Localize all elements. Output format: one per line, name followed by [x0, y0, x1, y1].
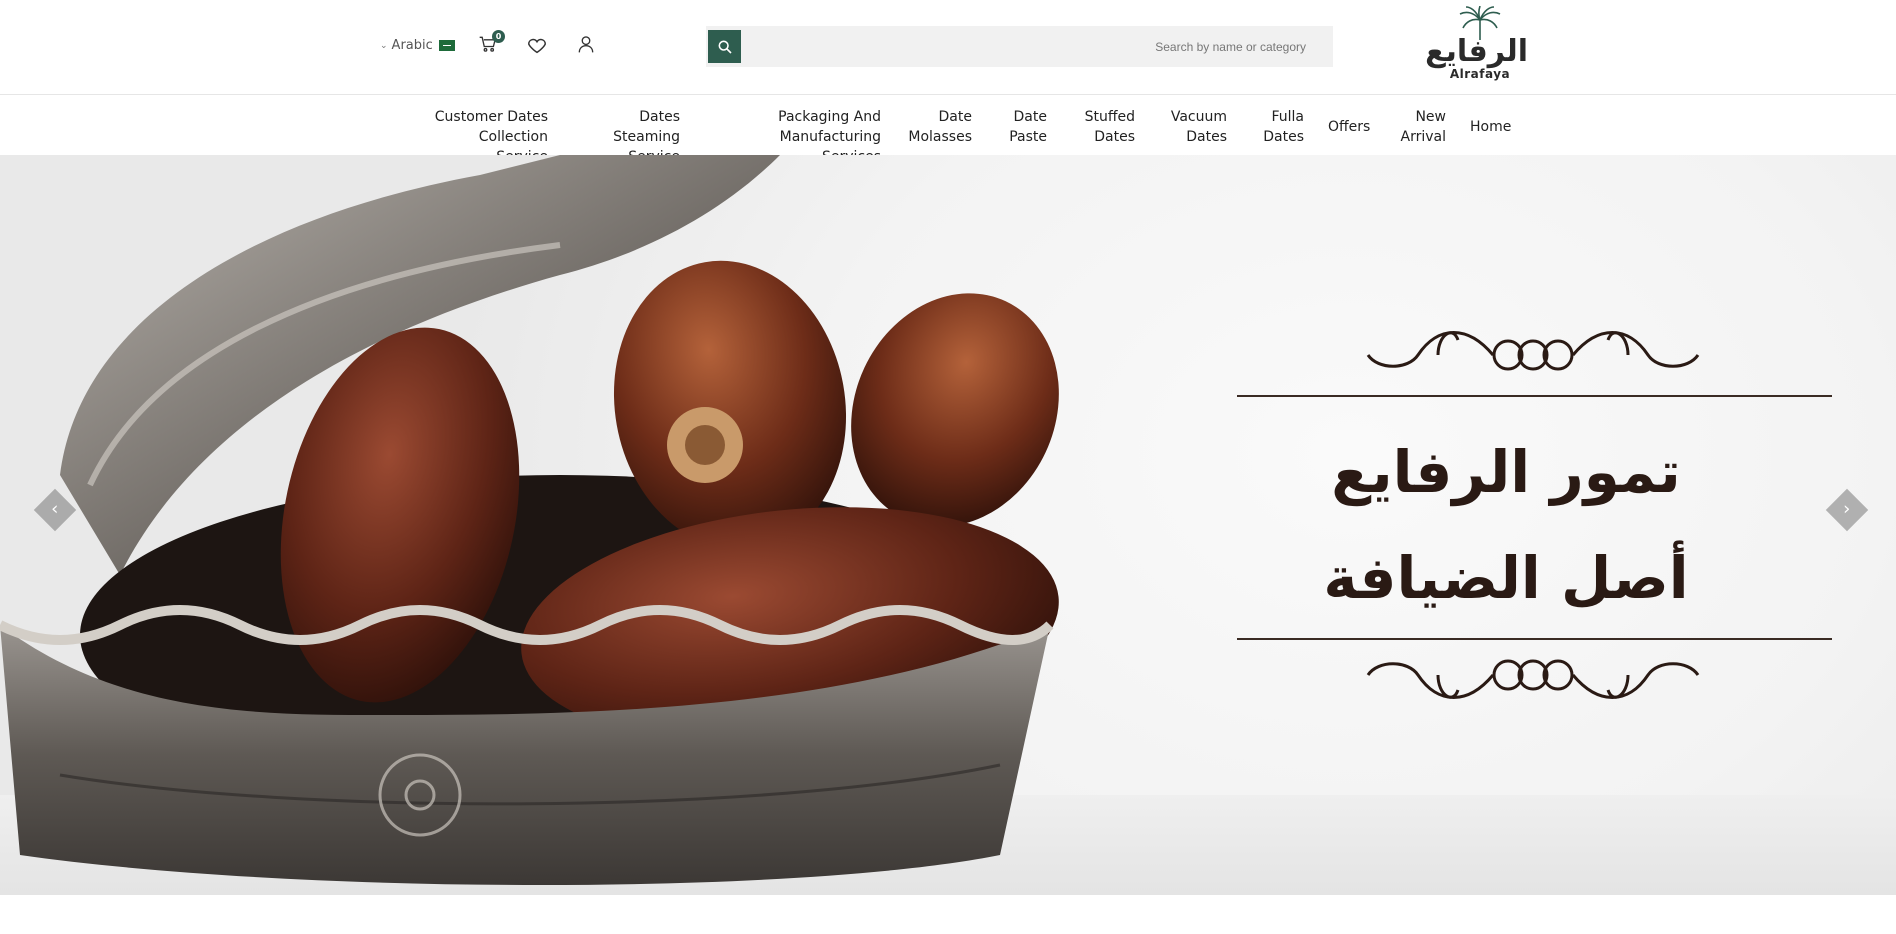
nav-item-vacuum-dates[interactable]: Vacuum Dates [1170, 107, 1227, 147]
language-selector[interactable]: ⌄ Arabic [380, 38, 455, 53]
top-divider-line [1237, 395, 1832, 397]
chevron-left-icon: ‹ [51, 498, 59, 520]
search-bar [706, 26, 1333, 67]
palm-tree-logo-icon [1459, 6, 1501, 40]
account-button[interactable] [576, 34, 600, 58]
top-ornament-icon [1366, 331, 1700, 371]
hero-headline-line2: أصل الضيافة [1323, 544, 1689, 612]
main-navigation: Customer Dates Collection Service Dates … [0, 95, 1896, 165]
cart-count-badge: 0 [492, 30, 505, 43]
user-icon [578, 36, 594, 53]
saudi-flag-icon [438, 40, 455, 51]
chevron-right-icon: › [1843, 498, 1851, 520]
nav-item-new-arrival[interactable]: New Arrival [1400, 107, 1447, 147]
search-icon [718, 40, 732, 54]
language-label: Arabic [391, 38, 433, 53]
nav-item-date-molasses[interactable]: Date Molasses [905, 107, 972, 147]
nav-item-home[interactable]: Home [1470, 117, 1511, 137]
wishlist-button[interactable] [526, 34, 550, 58]
cart-button[interactable]: 0 [478, 30, 505, 58]
hero-slider: تمور الرفايع أصل الضيافة ‹ › [0, 155, 1896, 895]
site-header: ⌄ Arabic 0 الر [0, 0, 1896, 95]
heart-icon [528, 38, 546, 54]
nav-item-offers[interactable]: Offers [1328, 117, 1370, 137]
bottom-ornament-icon [1366, 659, 1700, 699]
search-input[interactable] [746, 26, 1326, 67]
bottom-divider-line [1237, 638, 1832, 640]
slider-next-button[interactable]: › [1825, 488, 1869, 532]
dates-bowl-image [0, 155, 1059, 885]
chevron-down-icon: ⌄ [380, 40, 388, 51]
site-logo[interactable]: الرفايع Alrafaya [1425, 6, 1528, 88]
nav-item-date-paste[interactable]: Date Paste [1005, 107, 1047, 147]
hero-headline-line1: تمور الرفايع [1331, 438, 1681, 506]
logo-arabic-text: الرفايع [1425, 34, 1528, 69]
nav-item-stuffed-dates[interactable]: Stuffed Dates [1082, 107, 1135, 147]
logo-english-text: Alrafaya [1449, 67, 1511, 81]
nav-item-fulla-dates[interactable]: Fulla Dates [1263, 107, 1304, 147]
search-button[interactable] [708, 30, 741, 63]
